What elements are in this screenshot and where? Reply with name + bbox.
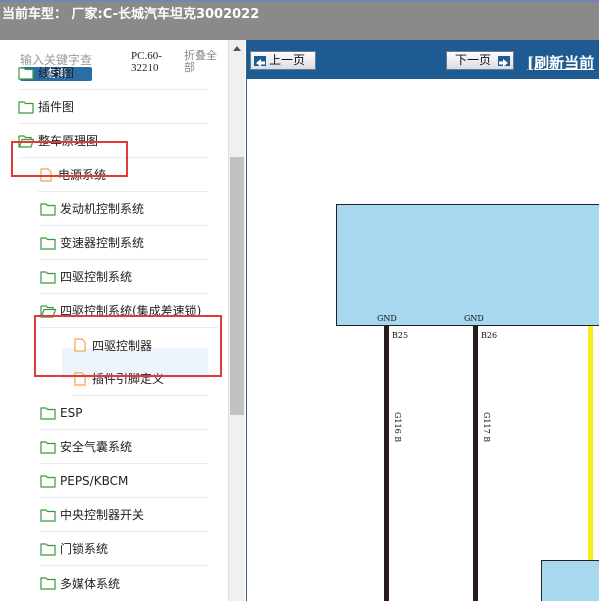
folder-icon — [40, 440, 56, 454]
folder-icon — [40, 508, 56, 522]
next-page-label: 下一页 — [455, 53, 492, 67]
prev-page-label: 上一页 — [269, 53, 306, 67]
scroll-up-arrow-icon[interactable] — [233, 46, 241, 51]
tree-node-label: PEPS/KBCM — [60, 473, 129, 488]
tree-node-label: 中央控制器开关 — [60, 508, 145, 522]
wire-yellow — [588, 326, 593, 560]
folder-icon — [40, 474, 56, 488]
folder-icon — [18, 100, 34, 114]
tree-node-door-lock[interactable]: 门锁系统 — [40, 532, 208, 566]
tree-node-multimedia[interactable]: 多媒体系统 — [40, 566, 208, 600]
tree-node-esp[interactable]: ESP — [40, 396, 208, 430]
folder-icon — [40, 236, 56, 250]
wire-label-g116: G116 B — [393, 412, 402, 443]
wire-g116 — [384, 326, 389, 601]
tree-node-label: 发动机控制系统 — [60, 202, 145, 216]
tree-node-central-controller[interactable]: 中央控制器开关 — [40, 498, 208, 532]
prev-page-button[interactable]: 上一页 — [250, 51, 316, 70]
tree-node-label: 插件图 — [38, 100, 75, 114]
tree-node-peps-kbcm[interactable]: PEPS/KBCM — [40, 464, 208, 498]
refresh-current-link[interactable]: [刷新当前 — [527, 52, 594, 73]
folder-icon — [40, 406, 56, 420]
folder-icon — [18, 66, 34, 80]
highlight-box-vehicle-schematic — [11, 141, 128, 177]
tree-node-label: 线束图 — [38, 66, 75, 80]
wire-label-g117: G117 B — [482, 412, 491, 443]
window-header: 当前车型： 厂家:C-长城汽车坦克3002022 — [0, 0, 599, 40]
arrow-left-icon — [254, 56, 266, 67]
arrow-right-icon-svg — [499, 59, 508, 67]
scrollbar-thumb[interactable] — [230, 157, 244, 415]
arrow-left-icon-svg — [256, 59, 265, 67]
tree-node-4wd-control[interactable]: 四驱控制系统 — [40, 260, 208, 294]
gnd-label-2: GND — [464, 314, 484, 323]
tree-node-label: 多媒体系统 — [60, 576, 121, 591]
tree-scrollbar[interactable] — [228, 40, 245, 601]
tree-node-wiring[interactable]: 线束图 — [18, 56, 208, 90]
schematic-module-bottom — [541, 560, 599, 601]
diagram-viewer: 上一页 下一页 [刷新当前 GND GND B25 B26 G116 B G11… — [246, 40, 599, 601]
tree-node-label: ESP — [60, 405, 83, 420]
folder-icon — [40, 577, 56, 590]
folder-icon — [40, 542, 56, 556]
schematic-module-top — [336, 204, 599, 326]
folder-icon — [40, 202, 56, 216]
tree-node-label: 变速器控制系统 — [60, 236, 145, 250]
tree-node-label: 安全气囊系统 — [60, 440, 133, 454]
tree-node-engine-control[interactable]: 发动机控制系统 — [40, 192, 208, 226]
pin-label-b25: B25 — [392, 331, 409, 340]
left-panel: 输入关键字查 查询 PC.60-32210 折叠全部 线束图 插件图 整车原理图… — [0, 40, 246, 601]
tree-node-label: 门锁系统 — [60, 542, 109, 556]
gnd-label-1: GND — [377, 314, 397, 323]
tree-node-label: 四驱控制系统 — [60, 270, 133, 284]
highlight-box-4wd-controller — [34, 315, 222, 377]
tree-node-connectors[interactable]: 插件图 — [18, 90, 208, 124]
pin-label-b26: B26 — [481, 331, 498, 340]
folder-icon — [40, 270, 56, 284]
wire-g117 — [473, 326, 478, 601]
current-vehicle-title: 当前车型： 厂家:C-长城汽车坦克3002022 — [2, 7, 260, 22]
viewer-toolbar: 上一页 下一页 [刷新当前 — [247, 40, 599, 79]
tree-node-transmission-control[interactable]: 变速器控制系统 — [40, 226, 208, 260]
next-page-button[interactable]: 下一页 — [446, 51, 514, 70]
arrow-right-icon — [498, 56, 510, 67]
schematic-canvas: GND GND B25 B26 G116 B G117 B — [247, 79, 599, 601]
tree-node-airbag[interactable]: 安全气囊系统 — [40, 430, 208, 464]
